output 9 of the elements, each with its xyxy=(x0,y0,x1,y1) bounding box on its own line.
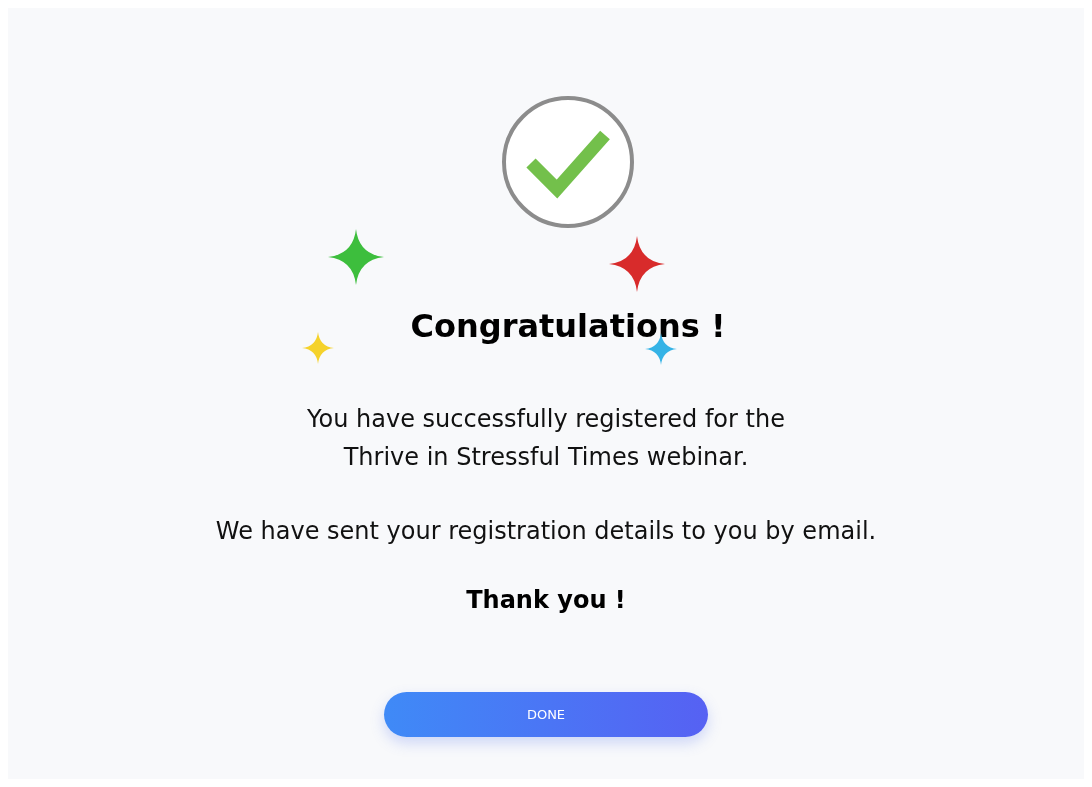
sparkle-icon xyxy=(609,236,665,292)
sparkle-icon xyxy=(328,229,384,285)
congratulations-heading: Congratulations ! xyxy=(410,306,726,346)
sparkle-icon xyxy=(302,332,334,364)
thank-you-text: Thank you ! xyxy=(466,586,626,614)
check-circle-icon xyxy=(501,95,635,229)
email-note: We have sent your registration details to you by email. xyxy=(215,516,877,547)
done-button[interactable]: DONE xyxy=(384,692,708,737)
registration-message: You have successfully registered for the Thrive in Stressful Times webinar. xyxy=(307,404,785,473)
